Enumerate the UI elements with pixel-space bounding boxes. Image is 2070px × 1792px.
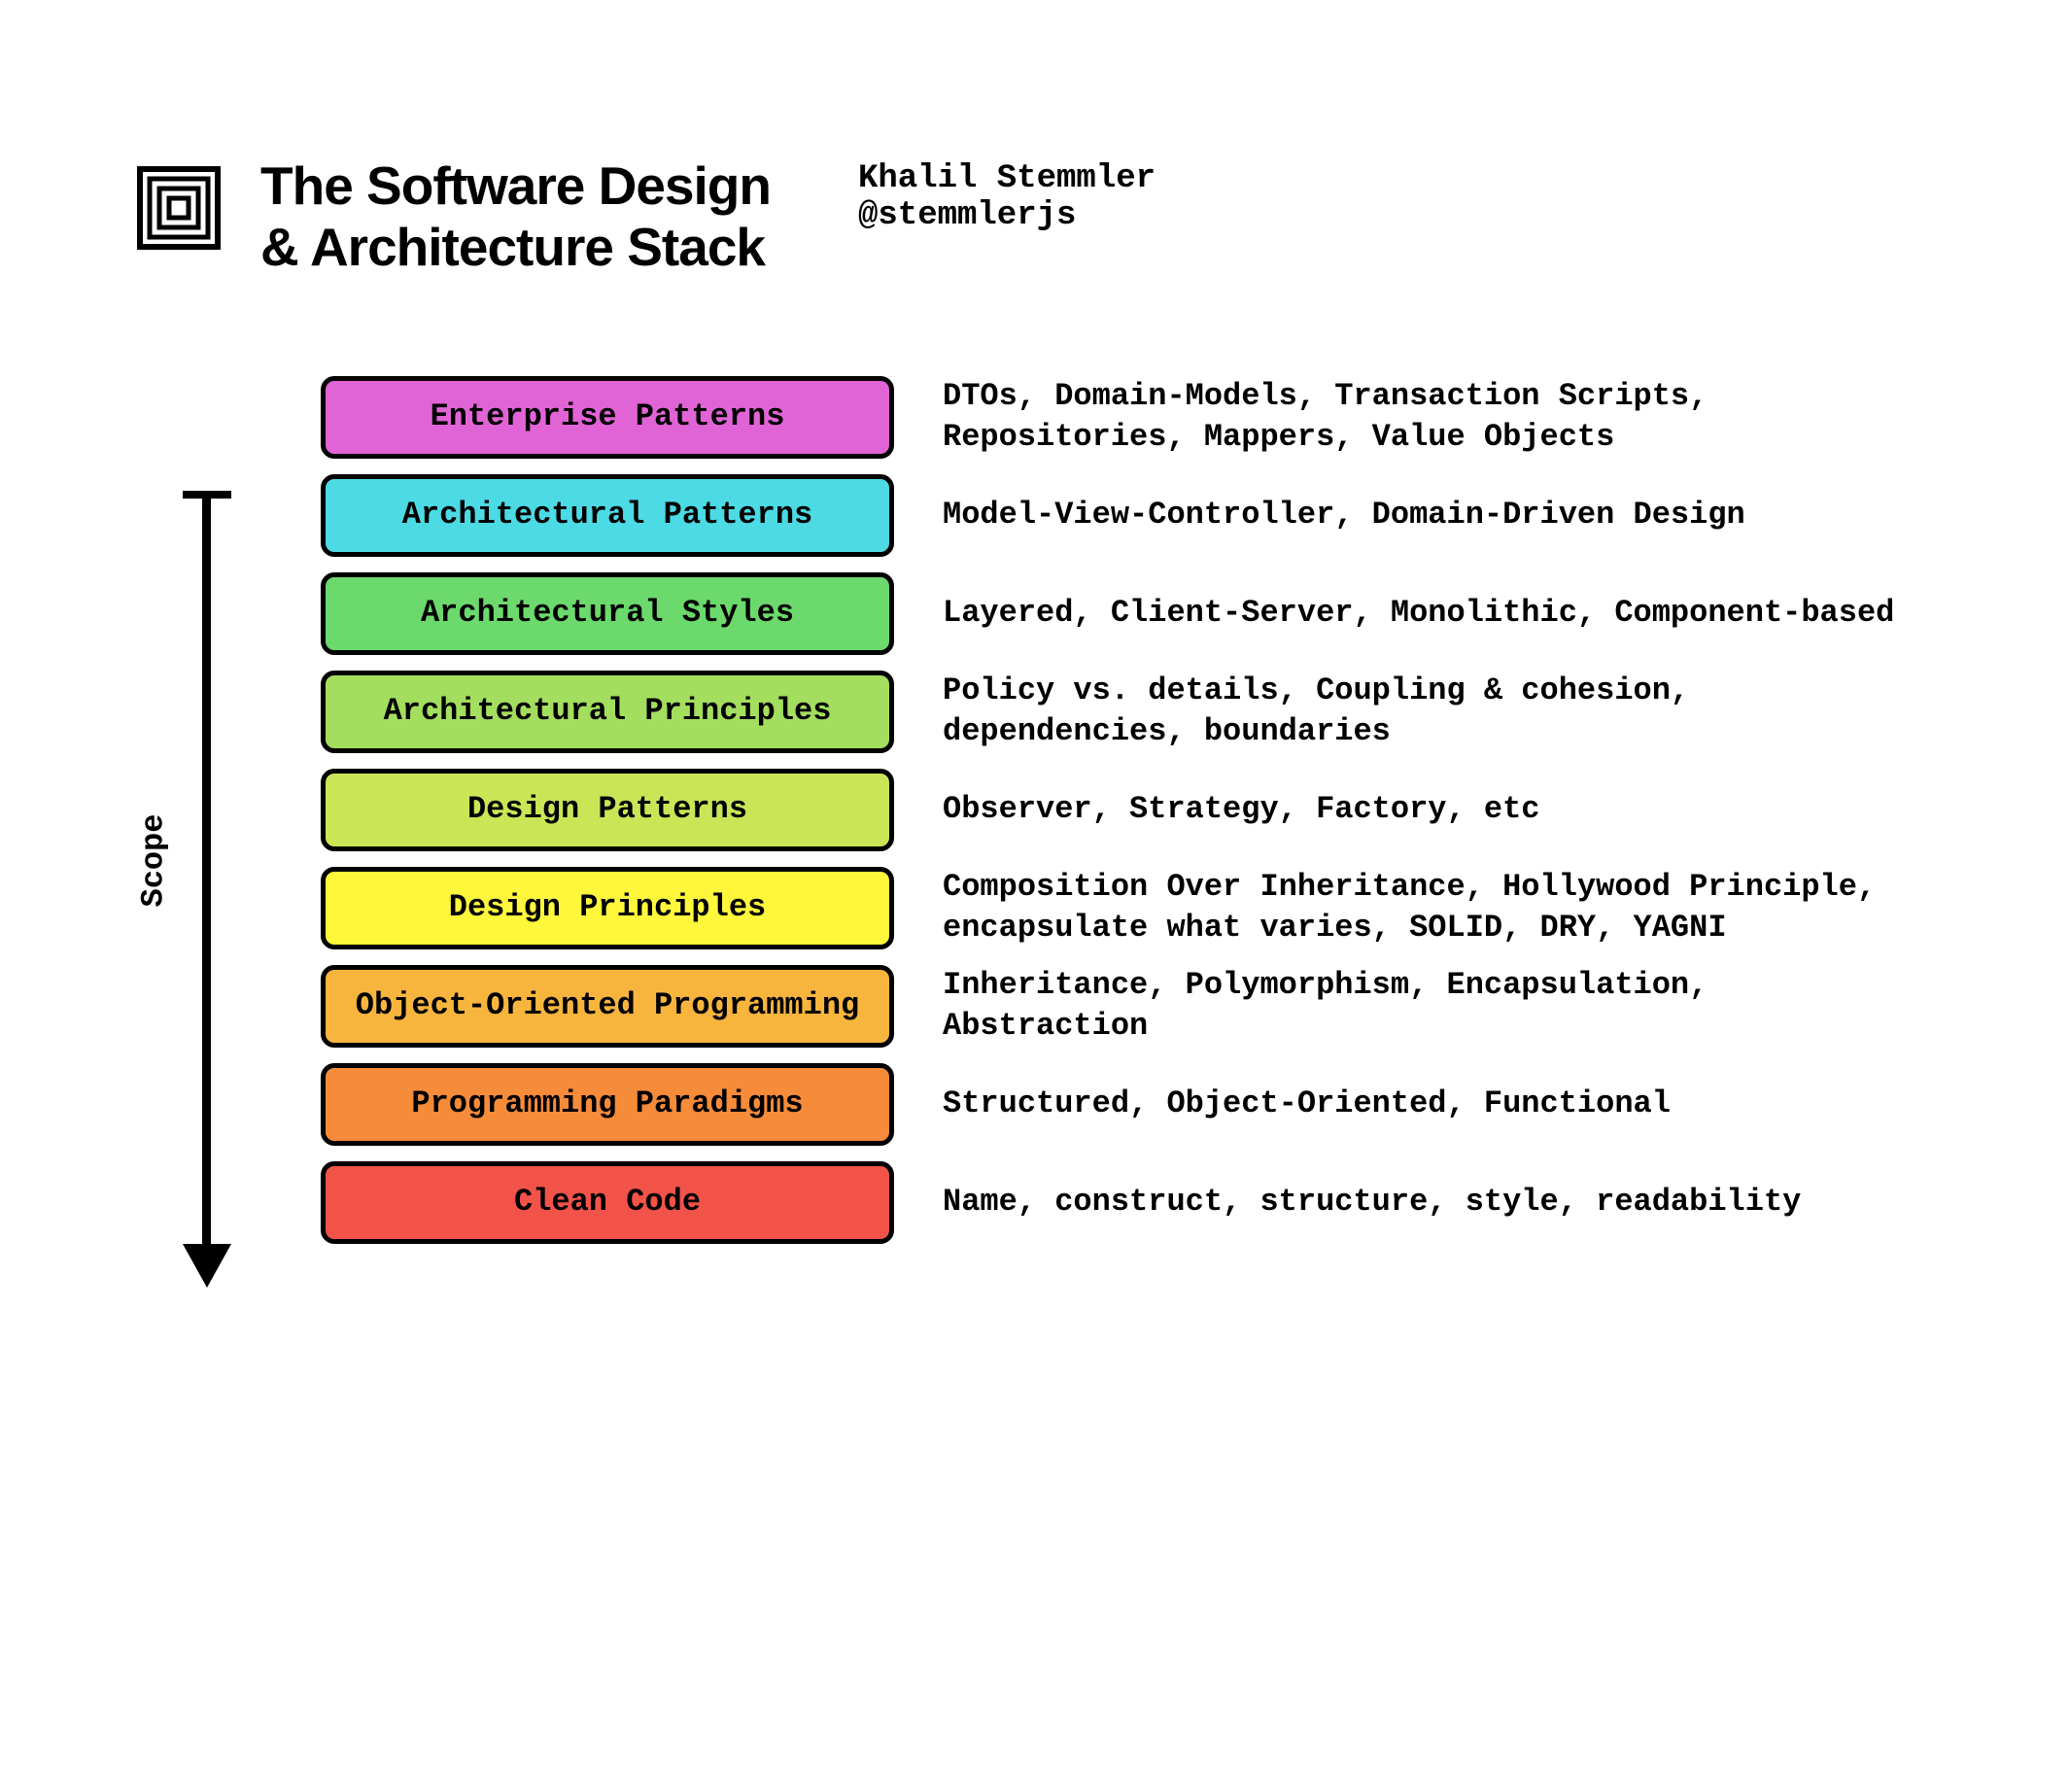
title-line-1: The Software Design <box>260 155 771 216</box>
author-block: Khalil Stemmler @stemmlerjs <box>858 160 1156 234</box>
layer-description: Policy vs. details, Coupling & cohesion,… <box>943 671 1934 753</box>
layer-box: Design Principles <box>321 867 894 949</box>
spiral-icon <box>136 165 222 256</box>
layer-description: Layered, Client-Server, Monolithic, Comp… <box>943 572 1934 655</box>
layer-box: Architectural Patterns <box>321 474 894 557</box>
layer-box: Programming Paradigms <box>321 1063 894 1146</box>
arrow-line <box>202 491 211 1249</box>
layer-box: Architectural Styles <box>321 572 894 655</box>
stack-column: Enterprise Patterns Architectural Pattern… <box>321 376 894 1244</box>
diagram-container: The Software Design & Architecture Stack… <box>136 155 1934 1244</box>
desc-column: DTOs, Domain-Models, Transaction Scripts… <box>943 376 1934 1244</box>
layer-description: Structured, Object-Oriented, Functional <box>943 1063 1934 1146</box>
header-row: The Software Design & Architecture Stack… <box>136 155 1934 279</box>
diagram-area: Scope Enterprise Patterns Architectural P… <box>136 376 1934 1244</box>
layer-description: Model-View-Controller, Domain-Driven Des… <box>943 474 1934 557</box>
layer-box: Object-Oriented Programming <box>321 965 894 1048</box>
scope-column: Scope <box>136 376 233 1244</box>
scope-arrow: Scope <box>136 473 233 1290</box>
title-block: The Software Design & Architecture Stack <box>260 155 771 279</box>
layer-box: Clean Code <box>321 1161 894 1244</box>
author-name: Khalil Stemmler <box>858 160 1156 197</box>
layer-description: Inheritance, Polymorphism, Encapsulation… <box>943 965 1934 1048</box>
title-line-2: & Architecture Stack <box>260 217 765 277</box>
layer-box: Design Patterns <box>321 769 894 851</box>
scope-label: Scope <box>136 813 172 907</box>
layer-box: Architectural Principles <box>321 671 894 753</box>
author-handle: @stemmlerjs <box>858 197 1156 234</box>
layer-description: Composition Over Inheritance, Hollywood … <box>943 867 1934 949</box>
layer-description: Name, construct, structure, style, reada… <box>943 1161 1934 1244</box>
layer-description: Observer, Strategy, Factory, etc <box>943 769 1934 851</box>
layer-description: DTOs, Domain-Models, Transaction Scripts… <box>943 376 1934 459</box>
arrow-head-icon <box>183 1244 231 1288</box>
page-title: The Software Design & Architecture Stack <box>260 155 771 279</box>
layer-box: Enterprise Patterns <box>321 376 894 459</box>
